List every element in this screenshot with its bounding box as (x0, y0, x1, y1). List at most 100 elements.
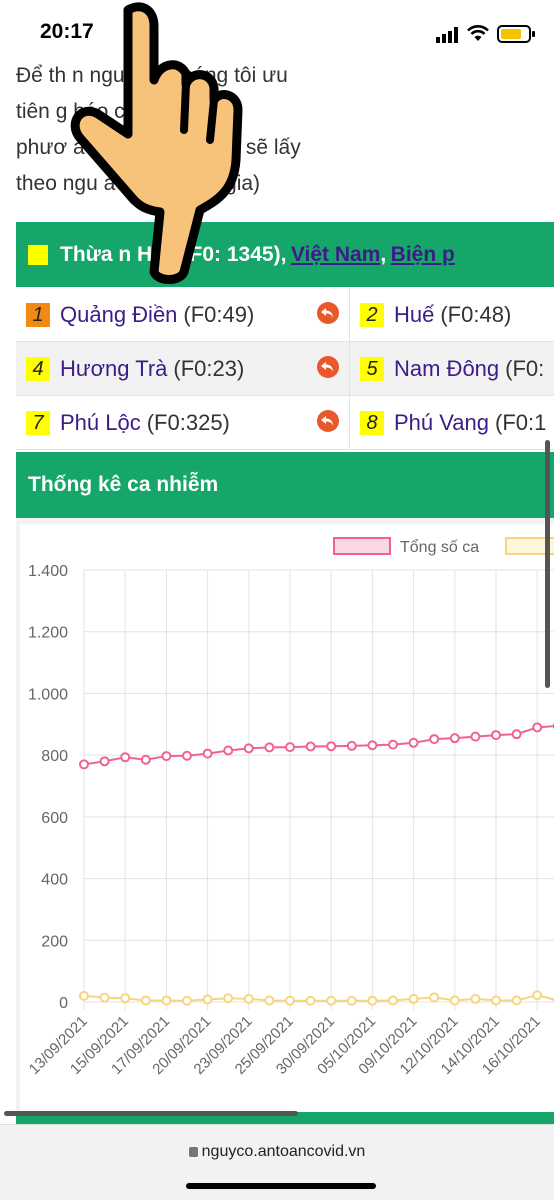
reply-icon[interactable] (317, 356, 339, 378)
data-point (429, 992, 440, 1003)
district-cell[interactable]: 8 Phú Vang (F0:1 (350, 396, 554, 450)
data-point (243, 743, 254, 754)
data-point (511, 729, 522, 740)
y-tick-label: 800 (41, 748, 68, 765)
cellular-signal-icon (436, 27, 458, 43)
district-rank: 2 (360, 303, 384, 327)
data-point (285, 995, 295, 1006)
y-tick-label: 200 (41, 933, 68, 950)
data-point (511, 995, 522, 1006)
data-point (161, 751, 172, 762)
data-point (120, 752, 131, 763)
data-point (140, 754, 151, 765)
district-cell[interactable]: 7 Phú Lộc (F0:325) (16, 396, 350, 450)
cases-line-chart: 02004006008001.0001.2001.40013/09/202115… (26, 537, 554, 1078)
district-rank: 8 (360, 411, 384, 435)
district-row: 4 Hương Trà (F0:23) 5 Nam Đông (F0: (16, 342, 554, 396)
district-name[interactable]: Nam Đông (394, 356, 499, 382)
data-point (388, 995, 398, 1006)
legend-swatch (333, 537, 391, 555)
district-row: 7 Phú Lộc (F0:325) 8 Phú Vang (F0:1 (16, 396, 554, 450)
data-point (470, 731, 481, 742)
data-point (264, 742, 275, 753)
y-tick-label: 0 (59, 995, 68, 1012)
url-text: nguyco.antoancovid.vn (201, 1143, 366, 1160)
data-point (449, 733, 460, 744)
district-rank: 7 (26, 411, 50, 435)
data-point (182, 995, 192, 1006)
browser-address-bar[interactable]: nguyco.antoancovid.vn (0, 1124, 554, 1200)
data-point (182, 750, 192, 761)
data-point (99, 992, 110, 1003)
data-point (161, 995, 172, 1006)
vertical-scrollbar[interactable] (545, 440, 550, 688)
district-cell[interactable]: 2 Huế (F0:48) (350, 288, 554, 342)
data-point (449, 995, 460, 1006)
data-point (346, 995, 357, 1006)
data-point (491, 730, 501, 741)
district-cell[interactable]: 5 Nam Đông (F0: (350, 342, 554, 396)
data-point (305, 741, 316, 752)
data-point (285, 742, 295, 753)
district-name[interactable]: Phú Lộc (60, 410, 141, 436)
chart-container: 0 200 400 600 800 1.000 1.200 1.400 13/09/2021 15… (16, 518, 554, 1122)
reply-icon[interactable] (317, 410, 339, 432)
pointing-hand-icon (70, 2, 243, 284)
data-point (532, 990, 543, 1001)
data-point (202, 748, 213, 759)
data-point (326, 741, 337, 752)
data-point (408, 993, 419, 1004)
data-point (532, 722, 543, 733)
district-rank: 5 (360, 357, 384, 381)
data-point (367, 740, 378, 751)
data-point (491, 995, 501, 1006)
data-point (243, 993, 254, 1004)
district-count: (F0:48) (440, 302, 512, 327)
district-count: (F0: (505, 356, 545, 381)
data-point (429, 734, 440, 745)
data-point (388, 739, 398, 750)
data-point (367, 995, 378, 1006)
data-point (202, 994, 213, 1005)
legend-label: Tổng số ca (400, 538, 479, 556)
district-name[interactable]: Huế (394, 302, 434, 328)
home-indicator[interactable] (186, 1183, 376, 1189)
data-point (79, 759, 89, 770)
district-row: 1 Quảng Điền (F0:49) 2 Huế (F0:48) (16, 288, 554, 342)
district-name[interactable]: Quảng Điền (60, 302, 177, 328)
district-rank: 1 (26, 303, 50, 327)
y-tick-label: 1.200 (28, 625, 68, 642)
lock-icon (188, 1147, 198, 1157)
district-name[interactable]: Hương Trà (60, 356, 167, 382)
data-point (223, 993, 234, 1004)
district-name[interactable]: Phú Vang (394, 410, 489, 436)
data-point (305, 995, 316, 1006)
series-line (83, 994, 554, 1002)
district-cell[interactable]: 4 Hương Trà (F0:23) (16, 342, 350, 396)
district-count: (F0:23) (173, 356, 245, 381)
data-point (99, 756, 110, 767)
chart-panel: 0 200 400 600 800 1.000 1.200 1.400 13/09/2021 15… (20, 524, 554, 1114)
y-tick-label: 1.000 (28, 686, 68, 703)
district-cell[interactable]: 1 Quảng Điền (F0:49) (16, 288, 350, 342)
data-point (408, 737, 419, 748)
reply-icon[interactable] (317, 302, 339, 324)
measures-link[interactable]: Biện p (391, 243, 455, 267)
wifi-icon (467, 25, 489, 41)
data-point (470, 993, 481, 1004)
data-point (264, 995, 275, 1006)
y-tick-label: 600 (41, 810, 68, 827)
data-point (346, 740, 357, 751)
data-point (140, 995, 151, 1006)
district-grid: 1 Quảng Điền (F0:49) 2 Huế (F0:48) 4 Hươ… (16, 288, 554, 450)
battery-icon (497, 25, 535, 43)
district-count: (F0:1 (495, 410, 547, 435)
horizontal-scrollbar[interactable] (4, 1111, 298, 1116)
y-tick-label: 1.400 (28, 563, 68, 580)
vietnam-link[interactable]: Việt Nam (291, 243, 381, 267)
stats-header: Thống kê ca nhiễm (16, 452, 554, 518)
data-point (223, 745, 234, 756)
url-display[interactable]: nguyco.antoancovid.vn (0, 1143, 554, 1161)
district-count: (F0:49) (183, 302, 255, 327)
data-point (326, 995, 337, 1006)
